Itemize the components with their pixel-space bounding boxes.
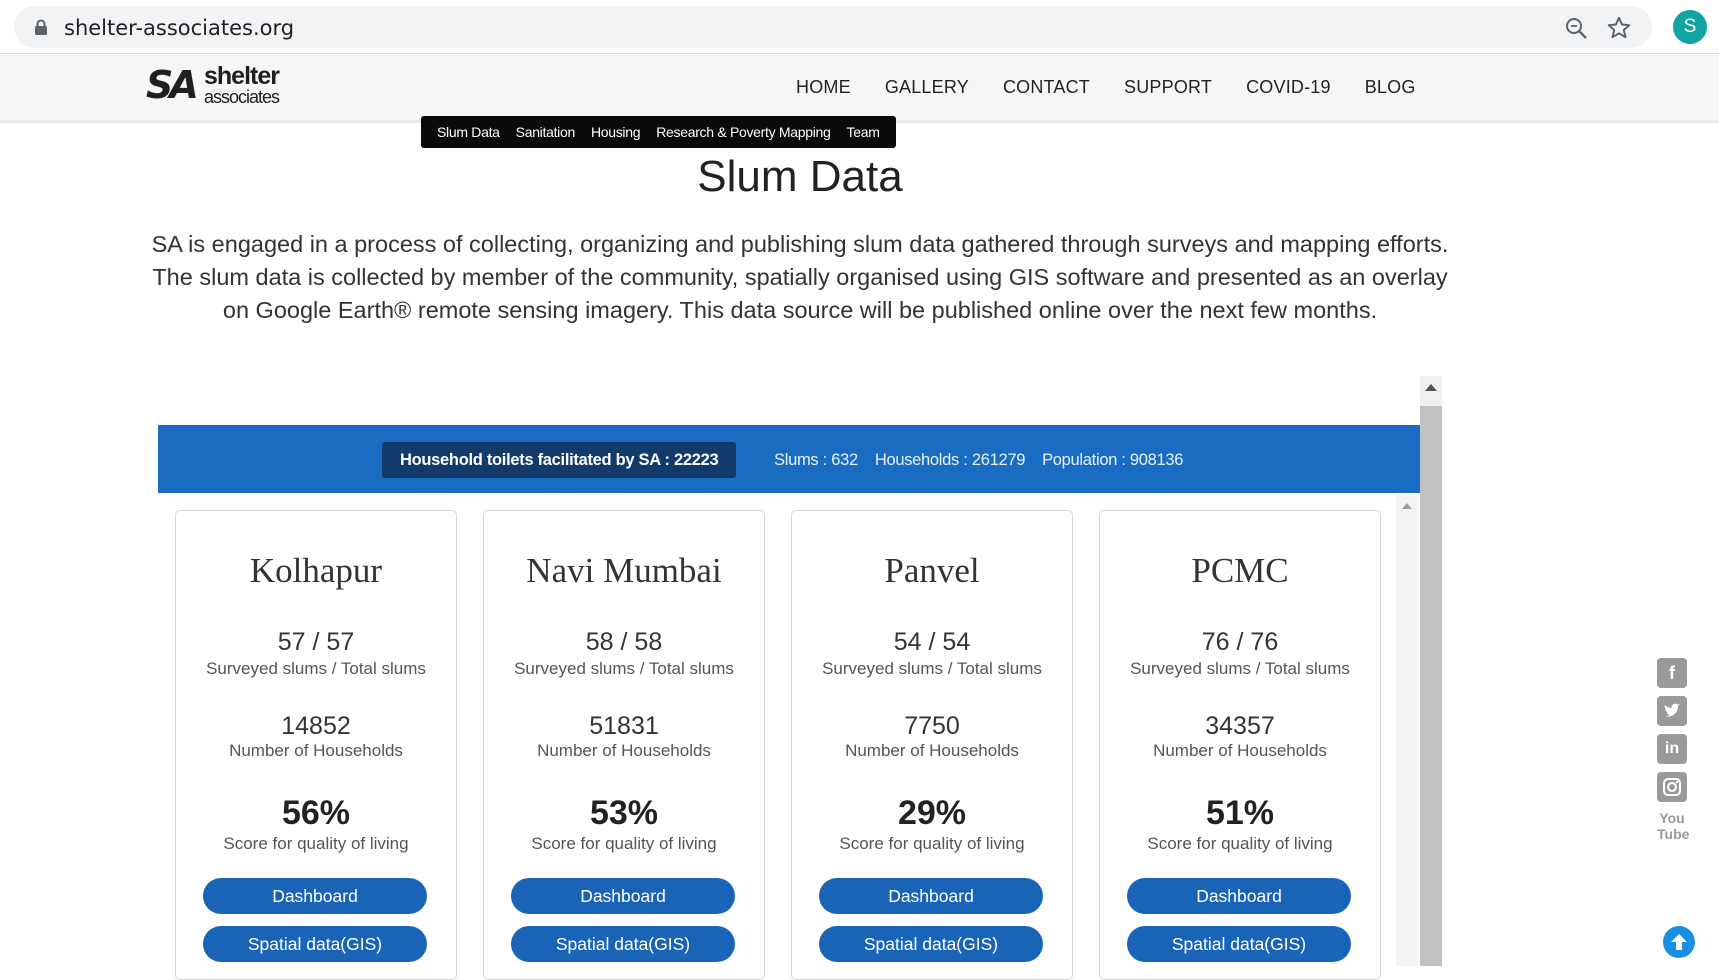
stats-band: Household toilets facilitated by SA : 22… xyxy=(158,425,1420,493)
sub-nav: Slum Data Sanitation Housing Research & … xyxy=(421,116,896,148)
card-city-name: Kolhapur xyxy=(249,551,383,590)
url-text[interactable]: shelter-associates.org xyxy=(64,16,294,40)
card-households-label: Number of Households xyxy=(229,741,403,760)
stat-slums: Slums : 632 xyxy=(774,451,858,469)
nav-contact[interactable]: CONTACT xyxy=(1003,77,1090,98)
city-card-kolhapur: Kolhapur 57 / 57 Surveyed slums / Total … xyxy=(175,510,457,980)
card-score: 29% xyxy=(897,794,967,832)
card-households: 51831 xyxy=(589,712,659,740)
nav-home[interactable]: HOME xyxy=(796,77,851,98)
city-cards: Kolhapur 57 / 57 Surveyed slums / Total … xyxy=(175,510,1407,980)
card-city-name: PCMC xyxy=(1191,551,1289,590)
subnav-research-poverty-mapping[interactable]: Research & Poverty Mapping xyxy=(656,124,831,140)
main-nav: HOME GALLERY CONTACT SUPPORT COVID-19 BL… xyxy=(796,77,1450,98)
address-bar[interactable]: shelter-associates.org xyxy=(14,6,1652,48)
card-surveyed-ratio: 76 / 76 xyxy=(1201,628,1279,656)
social-links: f in You Tube xyxy=(1657,658,1689,848)
subnav-housing[interactable]: Housing xyxy=(591,124,641,140)
card-city-name: Navi Mumbai xyxy=(526,551,722,590)
card-surveyed-ratio: 54 / 54 xyxy=(893,628,971,656)
dashboard-button[interactable]: Dashboard xyxy=(819,878,1043,914)
stat-items: Slums : 632 Households : 261279 Populati… xyxy=(774,451,1200,470)
card-households: 7750 xyxy=(904,712,960,740)
card-score-label: Score for quality of living xyxy=(223,834,409,853)
stat-households: Households : 261279 xyxy=(874,451,1026,469)
card-score-label: Score for quality of living xyxy=(839,834,1025,853)
card-score: 56% xyxy=(281,794,351,832)
browser-toolbar: shelter-associates.org S xyxy=(0,0,1719,54)
frame-scrollbar[interactable] xyxy=(1420,376,1442,966)
card-surveyed-label: Surveyed slums / Total slums xyxy=(822,659,1042,678)
card-score: 53% xyxy=(589,794,659,832)
youtube-icon-text-you: You xyxy=(1659,810,1685,826)
card-households: 14852 xyxy=(281,712,351,740)
site-header: SA shelter associates HOME GALLERY CONTA… xyxy=(0,55,1719,123)
youtube-icon-text-tube: Tube xyxy=(1657,826,1690,842)
card-city-name: Panvel xyxy=(884,551,980,590)
dashboard-button[interactable]: Dashboard xyxy=(203,878,427,914)
page-title: Slum Data xyxy=(697,152,903,201)
subnav-team[interactable]: Team xyxy=(847,124,880,140)
instagram-icon[interactable] xyxy=(1657,772,1687,802)
city-card-panvel: Panvel 54 / 54 Surveyed slums / Total sl… xyxy=(791,510,1073,980)
toilets-stat-badge: Household toilets facilitated by SA : 22… xyxy=(382,442,737,478)
logo-mark: SA xyxy=(146,63,199,107)
card-surveyed-label: Surveyed slums / Total slums xyxy=(514,659,734,678)
stat-population: Population : 908136 xyxy=(1042,451,1184,469)
twitter-icon[interactable] xyxy=(1657,696,1687,726)
lock-icon xyxy=(35,19,47,35)
logo-wordmark-associates: associates xyxy=(204,87,280,107)
card-households: 34357 xyxy=(1205,712,1275,740)
card-score: 51% xyxy=(1205,794,1275,832)
card-score-label: Score for quality of living xyxy=(531,834,717,853)
nav-blog[interactable]: BLOG xyxy=(1365,77,1416,98)
spatial-data-gis-button[interactable]: Spatial data(GIS) xyxy=(1127,926,1351,962)
spatial-data-gis-button[interactable]: Spatial data(GIS) xyxy=(511,926,735,962)
nav-gallery[interactable]: GALLERY xyxy=(885,77,969,98)
subnav-sanitation[interactable]: Sanitation xyxy=(516,124,576,140)
card-score-label: Score for quality of living xyxy=(1147,834,1333,853)
dashboard-button[interactable]: Dashboard xyxy=(511,878,735,914)
bookmark-star-icon[interactable] xyxy=(1606,15,1632,41)
scroll-to-top-button[interactable] xyxy=(1663,926,1695,958)
scroll-up-arrow-icon[interactable] xyxy=(1425,384,1437,391)
profile-avatar[interactable]: S xyxy=(1673,10,1707,44)
spatial-data-gis-button[interactable]: Spatial data(GIS) xyxy=(819,926,1043,962)
card-surveyed-label: Surveyed slums / Total slums xyxy=(206,659,426,678)
scroll-up-arrow-icon[interactable] xyxy=(1402,503,1412,509)
card-surveyed-ratio: 58 / 58 xyxy=(585,628,663,656)
card-households-label: Number of Households xyxy=(537,741,711,760)
nav-support[interactable]: SUPPORT xyxy=(1124,77,1212,98)
linkedin-icon[interactable]: in xyxy=(1657,734,1687,764)
frame-scrollbar-thumb[interactable] xyxy=(1420,406,1442,966)
city-card-pcmc: PCMC 76 / 76 Surveyed slums / Total slum… xyxy=(1099,510,1381,980)
intro-paragraph: SA is engaged in a process of collecting… xyxy=(151,231,1449,323)
facebook-icon[interactable]: f xyxy=(1657,658,1687,688)
card-households-label: Number of Households xyxy=(1153,741,1327,760)
arrow-up-icon xyxy=(1671,934,1687,950)
card-surveyed-label: Surveyed slums / Total slums xyxy=(1130,659,1350,678)
spatial-data-gis-button[interactable]: Spatial data(GIS) xyxy=(203,926,427,962)
card-surveyed-ratio: 57 / 57 xyxy=(277,628,355,656)
subnav-slum-data[interactable]: Slum Data xyxy=(437,124,500,140)
site-logo[interactable]: SA shelter associates xyxy=(146,59,286,109)
nav-covid-19[interactable]: COVID-19 xyxy=(1246,77,1331,98)
dashboard-button[interactable]: Dashboard xyxy=(1127,878,1351,914)
card-households-label: Number of Households xyxy=(845,741,1019,760)
zoom-icon[interactable] xyxy=(1564,16,1588,40)
youtube-icon[interactable]: You Tube xyxy=(1657,810,1690,848)
city-card-navi-mumbai: Navi Mumbai 58 / 58 Surveyed slums / Tot… xyxy=(483,510,765,980)
